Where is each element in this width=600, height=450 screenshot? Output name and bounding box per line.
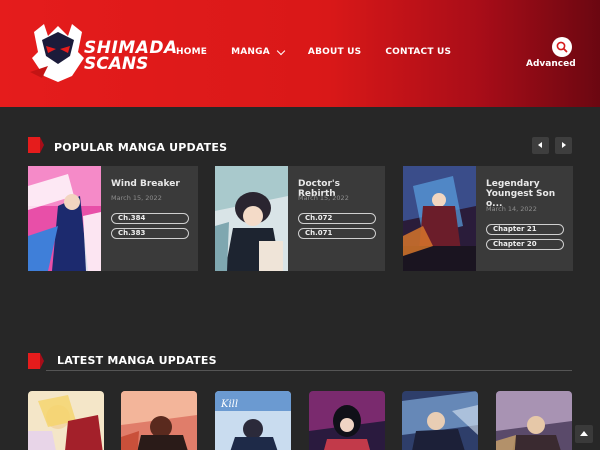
manga-cover-image xyxy=(309,391,385,450)
carousel-next-button[interactable] xyxy=(555,137,572,154)
chapter-button[interactable]: Chapter 21 xyxy=(486,224,564,235)
manga-cover-image xyxy=(28,166,101,271)
site-logo[interactable]: SHIMADA SCANS xyxy=(28,22,177,84)
manga-cover-image: Kill xyxy=(215,391,291,450)
latest-manga-cover[interactable] xyxy=(496,391,572,450)
nav-manga-label: MANGA xyxy=(231,47,270,57)
latest-section-title: LATEST MANGA UPDATES xyxy=(57,354,217,367)
svg-text:Kill: Kill xyxy=(220,399,238,410)
latest-manga-cover[interactable] xyxy=(309,391,385,450)
chapter-button[interactable]: Chapter 20 xyxy=(486,239,564,250)
nav-about-us[interactable]: ABOUT US xyxy=(308,47,361,57)
arrow-left-icon xyxy=(538,142,542,148)
manga-title[interactable]: Wind Breaker xyxy=(111,179,193,189)
chapter-button[interactable]: Ch.384 xyxy=(111,213,189,224)
latest-manga-cover[interactable]: Kill xyxy=(215,391,291,450)
latest-flag-icon xyxy=(28,353,44,369)
latest-manga-cover[interactable] xyxy=(402,391,478,450)
manga-cover-image xyxy=(121,391,197,450)
manga-cover[interactable] xyxy=(28,166,101,271)
search-button[interactable] xyxy=(552,37,572,57)
manga-cover-image xyxy=(215,166,288,271)
popular-card[interactable]: Doctor's Rebirth March 15, 2022 Ch.072 C… xyxy=(215,166,385,271)
chapter-button[interactable]: Ch.383 xyxy=(111,228,189,239)
nav-home[interactable]: HOME xyxy=(176,47,207,57)
nav-home-label: HOME xyxy=(176,47,208,57)
arrow-up-icon xyxy=(580,431,588,436)
scroll-to-top-button[interactable] xyxy=(575,425,593,443)
nav-manga[interactable]: MANGA xyxy=(231,46,286,57)
popular-section-title: POPULAR MANGA UPDATES xyxy=(54,141,228,154)
manga-cover-image xyxy=(28,391,104,450)
advanced-search-link[interactable]: Advanced xyxy=(526,59,576,69)
chapter-button[interactable]: Ch.072 xyxy=(298,213,376,224)
search-icon xyxy=(556,41,568,53)
manga-cover-image xyxy=(402,391,478,450)
manga-cover-image xyxy=(403,166,476,271)
nav-contact-label: CONTACT US xyxy=(385,47,452,57)
manga-cover[interactable] xyxy=(403,166,476,271)
manga-cover-image xyxy=(496,391,572,450)
carousel-prev-button[interactable] xyxy=(532,137,549,154)
nav-about-label: ABOUT US xyxy=(307,47,362,57)
manga-cover[interactable] xyxy=(215,166,288,271)
update-date: March 15, 2022 xyxy=(111,194,162,202)
nav-contact-us[interactable]: CONTACT US xyxy=(385,47,451,57)
chevron-down-icon xyxy=(276,46,286,55)
chapter-button[interactable]: Ch.071 xyxy=(298,228,376,239)
popular-card[interactable]: Legendary Youngest Son o... March 14, 20… xyxy=(403,166,573,271)
site-header: SHIMADA SCANS HOME MANGA ABOUT US CONTAC… xyxy=(0,0,600,107)
main-nav: HOME MANGA ABOUT US CONTACT US xyxy=(176,46,475,57)
popular-card[interactable]: Wind Breaker March 15, 2022 Ch.384 Ch.38… xyxy=(28,166,198,271)
arrow-right-icon xyxy=(562,142,566,148)
popular-flag-icon xyxy=(28,137,44,153)
latest-manga-cover[interactable] xyxy=(121,391,197,450)
update-date: March 15, 2022 xyxy=(298,194,349,202)
samurai-helmet-logo-icon xyxy=(30,24,84,82)
latest-manga-cover[interactable] xyxy=(28,391,104,450)
update-date: March 14, 2022 xyxy=(486,205,537,213)
logo-text-secondary: SCANS xyxy=(84,54,149,74)
section-divider xyxy=(46,370,572,371)
